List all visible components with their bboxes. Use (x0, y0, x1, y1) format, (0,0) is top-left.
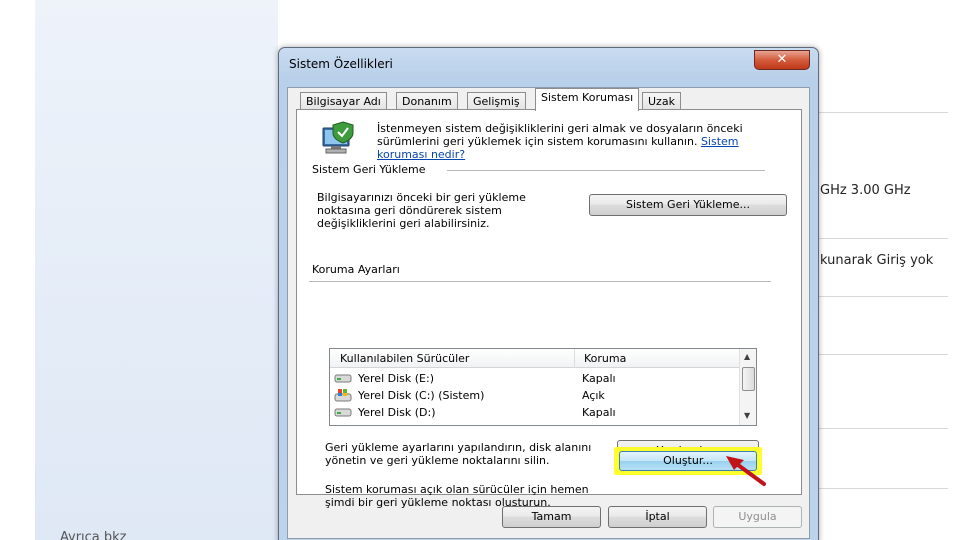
background-pen-text: kunarak Giriş yok (820, 253, 934, 268)
drive-protection-status: Kapalı (582, 372, 616, 385)
background-sidebar (35, 0, 278, 540)
drive-name: Yerel Disk (D:) (358, 406, 436, 419)
scroll-down-icon[interactable]: ▼ (744, 411, 750, 420)
list-item[interactable]: Yerel Disk (C:) (Sistem) Açık (332, 387, 740, 404)
dialog-title: Sistem Özellikleri (289, 57, 393, 71)
tab-remote[interactable]: Uzak (642, 92, 681, 110)
system-restore-button[interactable]: Sistem Geri Yükleme... (589, 194, 787, 216)
system-protection-panel: İstenmeyen sistem değişikliklerini geri … (296, 109, 802, 509)
intro-description: İstenmeyen sistem değişikliklerini geri … (377, 122, 743, 148)
intro-text: İstenmeyen sistem değişikliklerini geri … (377, 122, 777, 161)
scroll-up-icon[interactable]: ▲ (744, 352, 750, 361)
drive-icon (334, 374, 352, 383)
close-button[interactable]: ✕ (754, 50, 810, 70)
drive-protection-status: Açık (582, 389, 605, 402)
restore-group-line (447, 170, 765, 171)
tab-hardware[interactable]: Donanım (396, 92, 458, 110)
drives-list[interactable]: Kullanılabilen Sürücüler Koruma Yerel Di… (329, 348, 757, 426)
column-separator (574, 349, 575, 368)
drives-list-header: Kullanılabilen Sürücüler Koruma (330, 349, 740, 368)
background-divider (818, 428, 948, 429)
tab-advanced[interactable]: Gelişmiş (467, 92, 526, 110)
tab-computer-name[interactable]: Bilgisayar Adı (300, 92, 387, 110)
cancel-button[interactable]: İptal (608, 506, 707, 528)
system-drive-icon (334, 389, 352, 402)
computer-shield-icon (322, 121, 354, 154)
ok-button[interactable]: Tamam (502, 506, 601, 528)
close-icon: ✕ (776, 52, 788, 67)
drive-icon (334, 408, 352, 417)
list-item[interactable]: Yerel Disk (E:) Kapalı (332, 370, 740, 387)
apply-button[interactable]: Uygula (713, 506, 802, 528)
background-processor-text: GHz 3.00 GHz (820, 183, 911, 198)
column-protection[interactable]: Koruma (584, 352, 626, 365)
background-divider (818, 296, 948, 297)
screen: GHz 3.00 GHz kunarak Giriş yok Ayrıca bk… (0, 0, 960, 540)
background-divider (818, 112, 948, 113)
background-divider (818, 488, 948, 489)
list-item[interactable]: Yerel Disk (D:) Kapalı (332, 404, 740, 421)
red-arrow-icon (726, 456, 766, 486)
restore-group-label: Sistem Geri Yükleme (309, 163, 429, 176)
background-divider (818, 238, 948, 239)
background-see-also[interactable]: Ayrıca bkz (60, 530, 127, 540)
column-available-drives[interactable]: Kullanılabilen Sürücüler (340, 352, 469, 365)
drives-list-scrollbar[interactable]: ▲ ▼ (739, 349, 756, 425)
drive-protection-status: Kapalı (582, 406, 616, 419)
configure-description: Geri yükleme ayarlarını yapılandırın, di… (325, 441, 592, 467)
tab-system-protection[interactable]: Sistem Koruması (535, 88, 640, 111)
drive-name: Yerel Disk (E:) (358, 372, 434, 385)
background-divider (818, 354, 948, 355)
scroll-thumb[interactable] (742, 367, 755, 391)
drive-name: Yerel Disk (C:) (Sistem) (358, 389, 485, 402)
protection-group-label: Koruma Ayarları (309, 263, 403, 276)
restore-description: Bilgisayarınızı önceki bir geri yükleme … (317, 191, 526, 230)
protection-group-line (309, 281, 771, 282)
